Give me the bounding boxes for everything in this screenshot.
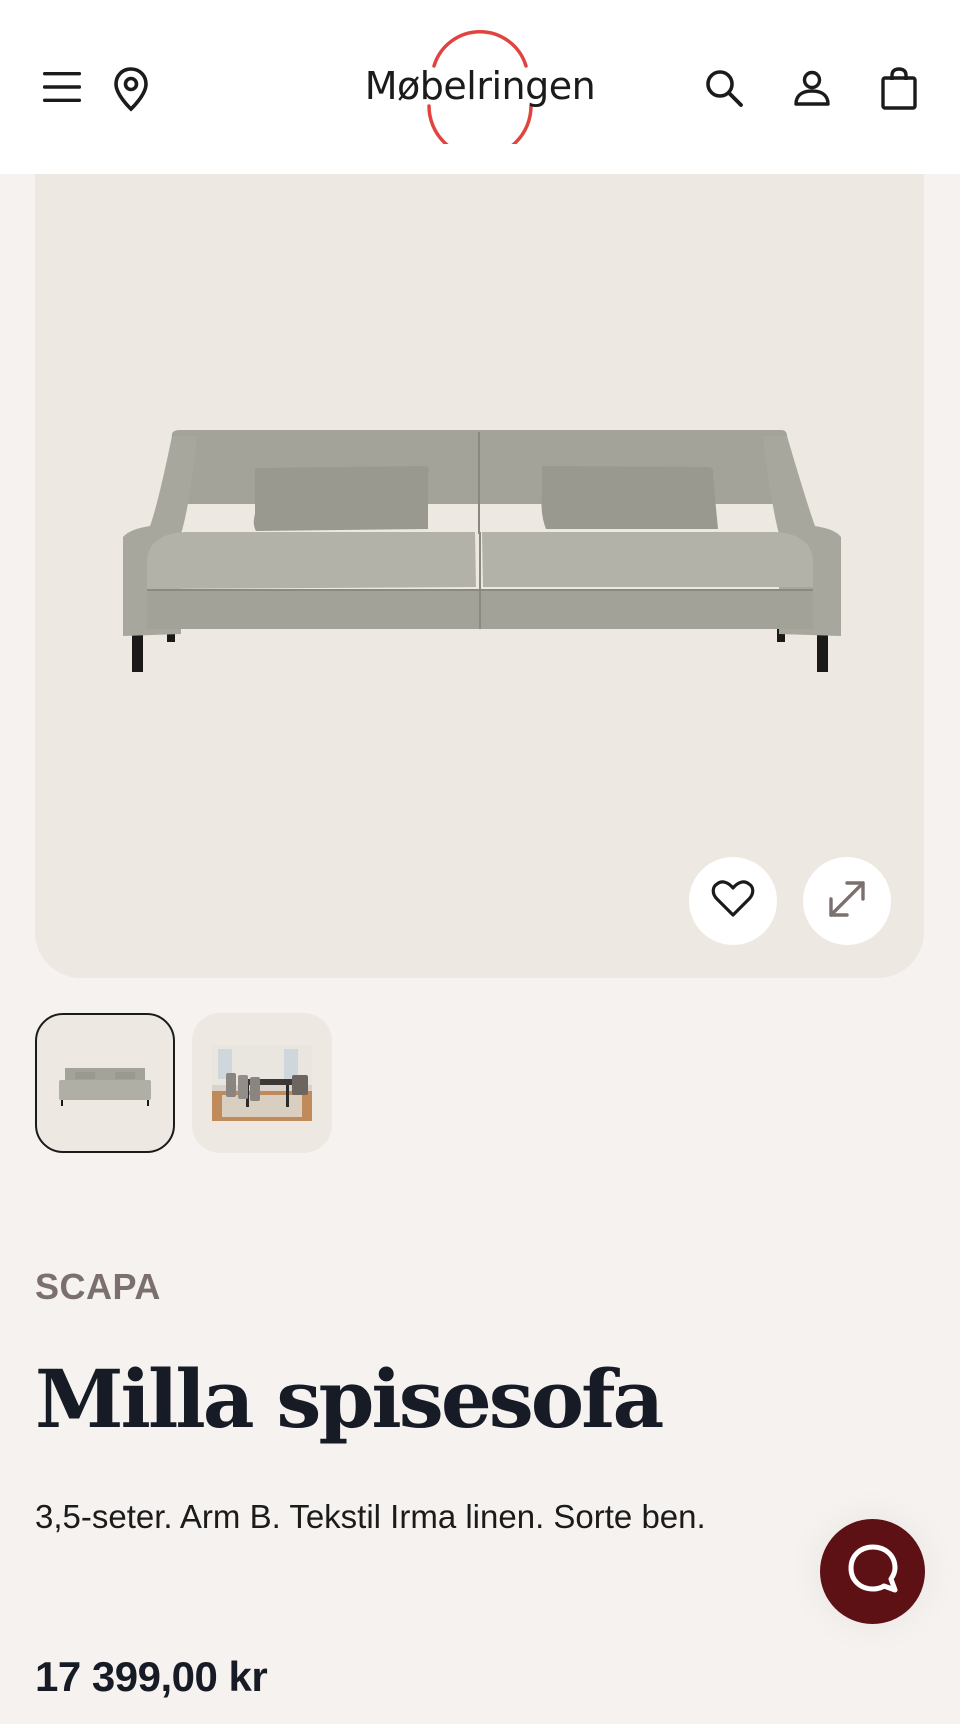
product-image-area[interactable] — [35, 174, 924, 978]
site-logo[interactable]: Møbelringen — [360, 28, 600, 144]
product-title: Milla spisesofa — [35, 1352, 664, 1446]
thumbnail-sofa-image — [59, 1068, 151, 1106]
product-description: 3,5-seter. Arm B. Tekstil Irma linen. So… — [35, 1498, 706, 1535]
chat-button[interactable] — [820, 1519, 925, 1624]
chat-icon — [846, 1542, 900, 1601]
user-icon[interactable] — [788, 64, 836, 112]
thumbnail-sofa[interactable] — [35, 1013, 175, 1153]
search-icon[interactable] — [700, 64, 748, 112]
product-price: 17 399,00 kr — [35, 1653, 268, 1700]
expand-image-button[interactable] — [803, 857, 891, 945]
logo-wordmark: Møbelringen — [364, 64, 596, 108]
thumbnail-dining-room-image — [212, 1045, 312, 1121]
location-pin-icon[interactable] — [106, 64, 156, 114]
heart-icon — [711, 879, 755, 924]
menu-icon[interactable] — [38, 66, 86, 108]
expand-icon — [825, 877, 869, 926]
thumbnail-dining-room[interactable] — [192, 1013, 332, 1153]
shopping-bag-icon[interactable] — [876, 62, 922, 114]
site-header: Møbelringen — [0, 0, 960, 174]
product-image-sofa — [123, 430, 841, 672]
favorite-button[interactable] — [689, 857, 777, 945]
product-brand[interactable]: SCAPA — [35, 1266, 161, 1308]
